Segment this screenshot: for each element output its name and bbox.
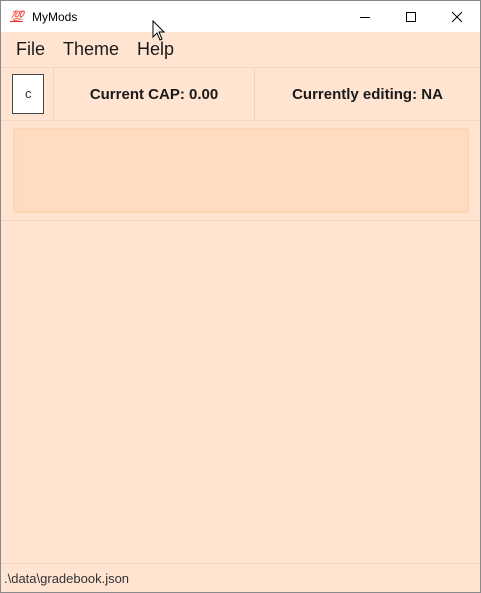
status-bar: .\data\gradebook.json	[1, 563, 480, 592]
result-display-panel	[1, 121, 480, 221]
close-button[interactable]	[434, 1, 480, 32]
currently-editing-label: Currently editing: NA	[292, 85, 443, 103]
close-icon	[451, 11, 463, 22]
maximize-button[interactable]	[388, 1, 434, 32]
info-bar: c Current CAP: 0.00 Currently editing: N…	[1, 67, 480, 121]
current-cap-label: Current CAP: 0.00	[54, 68, 255, 120]
window-controls	[342, 1, 480, 32]
command-box: c	[1, 68, 54, 120]
menu-file[interactable]: File	[8, 32, 53, 67]
menu-theme[interactable]: Theme	[55, 32, 127, 67]
status-file-path: .\data\gradebook.json	[4, 571, 130, 586]
app-icon: 💯	[10, 10, 24, 23]
minimize-button[interactable]	[342, 1, 388, 32]
command-input[interactable]: c	[12, 74, 44, 114]
title-bar[interactable]: 💯 MyMods	[1, 1, 480, 32]
window-title: MyMods	[32, 9, 78, 24]
minimize-icon	[360, 16, 370, 18]
maximize-icon	[406, 11, 416, 22]
menu-bar: File Theme Help	[1, 32, 480, 67]
mouse-cursor-icon	[152, 20, 166, 41]
main-content-panel	[1, 221, 480, 563]
result-display[interactable]	[13, 128, 469, 213]
app-window: 💯 MyMods File Theme Help c Current CAP: …	[0, 0, 481, 593]
